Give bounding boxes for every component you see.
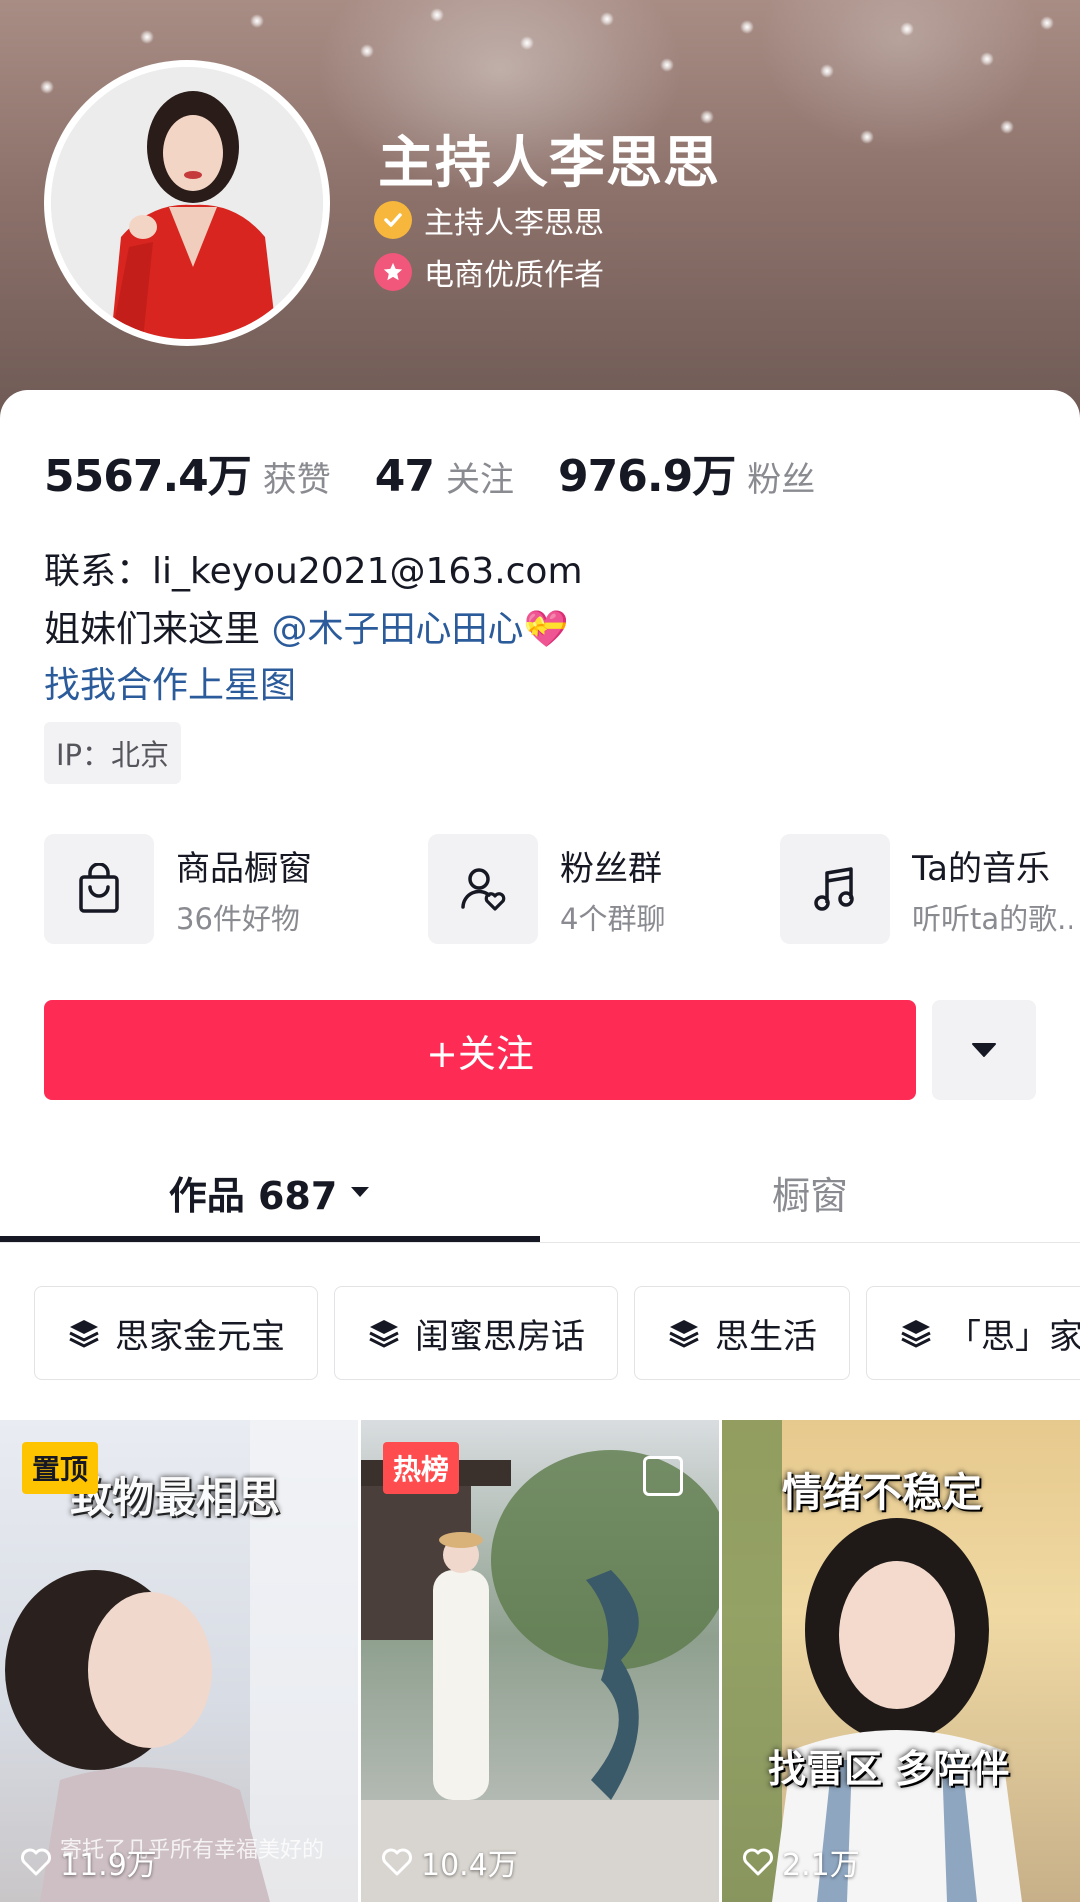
video-grid: 致物最相思 寄托了几乎所有幸福美好的 置顶 11.9万 热榜 10.4万 情绪不…: [0, 1420, 1080, 1902]
active-tab-indicator: [0, 1236, 540, 1242]
tile-title: 粉丝群: [560, 848, 662, 889]
video-likes: 10.4万: [381, 1840, 518, 1884]
followers-count[interactable]: 976.9万: [558, 440, 736, 504]
video-overlay-top: 情绪不稳定: [782, 1470, 982, 1516]
bio-line2-text: 姐妹们来这里: [44, 609, 272, 650]
heart-gift-emoji: 💝: [523, 609, 569, 650]
layers-icon: [69, 1320, 99, 1348]
tab-works-label: 作品 687: [168, 1173, 338, 1218]
ip-location: IP：北京: [44, 722, 182, 784]
more-options-button[interactable]: [932, 1000, 1036, 1100]
video-thumbnail[interactable]: 致物最相思 寄托了几乎所有幸福美好的 置顶 11.9万: [0, 1420, 358, 1902]
tile-title: Ta的音乐: [912, 848, 1050, 889]
video-likes: 11.9万: [20, 1840, 157, 1884]
tile-title: 商品橱窗: [176, 848, 312, 889]
video-likes-count: 11.9万: [60, 1848, 157, 1883]
following-count[interactable]: 47: [375, 451, 435, 502]
star-map-link[interactable]: 找我合作上星图: [44, 656, 296, 708]
profile-banner: 主持人李思思 主持人李思思 电商优质作者: [0, 0, 1080, 420]
collection-chip[interactable]: 「思」家: [866, 1286, 1080, 1380]
hot-badge: 热榜: [383, 1442, 460, 1494]
creator-star-icon: [374, 253, 412, 291]
bio-contact: 联系：li_keyou2021@163.com: [44, 551, 583, 592]
tab-window[interactable]: 橱窗: [540, 1142, 1080, 1242]
nickname: 主持人李思思: [378, 131, 720, 196]
video-likes-count: 2.1万: [782, 1848, 860, 1883]
following-label[interactable]: 关注: [446, 452, 514, 501]
collection-chip-label: 闺蜜思房话: [415, 1316, 585, 1357]
collection-chip-label: 「思」家: [947, 1316, 1080, 1357]
creator-label: 电商优质作者: [424, 258, 604, 293]
multi-image-icon: [643, 1456, 683, 1496]
mention-link[interactable]: @木子田心田心: [271, 609, 523, 650]
likes-label[interactable]: 获赞: [263, 452, 331, 501]
collection-chips: 思家金元宝 闺蜜思房话 思生活 「思」家: [34, 1286, 1080, 1380]
video-likes: 2.1万: [742, 1840, 860, 1884]
content-tabs: 作品 687 橱窗: [0, 1142, 1080, 1243]
video-thumbnail[interactable]: 热榜 10.4万: [361, 1420, 719, 1902]
caret-down-icon: [351, 1187, 370, 1197]
likes-count[interactable]: 5567.4万: [44, 440, 252, 504]
creator-row: 电商优质作者: [374, 250, 604, 294]
pinned-badge: 置顶: [22, 1442, 99, 1494]
layers-icon: [369, 1320, 399, 1348]
tile-subtitle: 36件好物: [176, 901, 300, 936]
heart-icon: [382, 1848, 412, 1876]
shopping-bag-icon: [44, 834, 154, 944]
verified-check-icon: [374, 201, 412, 239]
tile-music[interactable]: Ta的音乐 听听ta的歌...: [780, 834, 1072, 944]
collection-chip-label: 思生活: [715, 1316, 817, 1357]
video-overlay-bottom: 找雷区 多陪伴: [768, 1747, 1010, 1791]
collection-chip[interactable]: 闺蜜思房话: [334, 1286, 618, 1380]
verified-label: 主持人李思思: [424, 206, 604, 241]
tile-subtitle: 4个群聊: [560, 901, 666, 936]
fan-group-icon: [428, 834, 538, 944]
avatar[interactable]: [44, 60, 330, 346]
tile-shop-window[interactable]: 商品橱窗 36件好物: [44, 834, 312, 944]
follow-button[interactable]: +关注: [44, 1000, 916, 1100]
verified-row: 主持人李思思: [374, 198, 604, 242]
followers-label[interactable]: 粉丝: [747, 452, 815, 501]
bio-line2: 姐妹们来这里 @木子田心田心💝: [44, 600, 568, 652]
music-note-icon: [780, 834, 890, 944]
profile-card: 5567.4万 获赞 47 关注 976.9万 粉丝 联系：li_keyou20…: [0, 390, 1080, 1902]
heart-icon: [21, 1848, 51, 1876]
layers-icon: [901, 1320, 931, 1348]
stats-row: 5567.4万 获赞 47 关注 976.9万 粉丝: [44, 440, 859, 504]
collection-chip[interactable]: 思家金元宝: [34, 1286, 318, 1380]
tab-works[interactable]: 作品 687: [0, 1142, 540, 1242]
tile-subtitle: 听听ta的歌...: [912, 901, 1072, 936]
heart-icon: [743, 1848, 773, 1876]
video-overlay-title: 致物最相思: [70, 1473, 281, 1522]
video-thumbnail[interactable]: 情绪不稳定 找雷区 多陪伴 2.1万: [722, 1420, 1080, 1902]
caret-down-icon: [972, 1043, 996, 1057]
video-likes-count: 10.4万: [421, 1848, 518, 1883]
tile-fan-group[interactable]: 粉丝群 4个群聊: [428, 834, 665, 944]
collection-chip-label: 思家金元宝: [115, 1316, 285, 1357]
collection-chip[interactable]: 思生活: [634, 1286, 850, 1380]
layers-icon: [669, 1320, 699, 1348]
avatar-image: [51, 67, 323, 339]
